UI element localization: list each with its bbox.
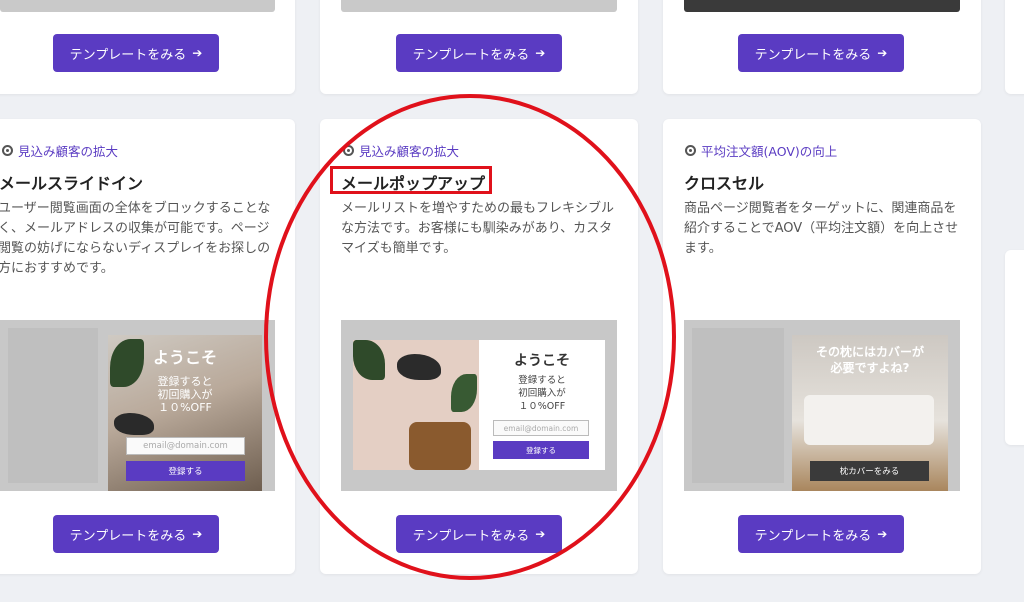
card1-popup-text: 登録すると 初回購入が １０%OFF bbox=[157, 375, 213, 414]
bag-icon bbox=[409, 422, 471, 470]
card2-popup-photo bbox=[353, 340, 479, 470]
template-button-2[interactable]: テンプレートをみる ➔ bbox=[396, 515, 562, 553]
template-button-label: テンプレートをみる bbox=[754, 528, 872, 544]
card2-submit-button: 登録する bbox=[493, 441, 589, 459]
card1-preview: ようこそ 登録すると 初回購入が １０%OFF email@domain.com… bbox=[0, 320, 275, 491]
card1-preview-page bbox=[8, 328, 98, 483]
template-button-label: テンプレートをみる bbox=[412, 47, 530, 63]
template-button-top-2[interactable]: テンプレートをみる ➔ bbox=[396, 34, 562, 72]
shoe-icon bbox=[114, 413, 154, 435]
template-button-top-1[interactable]: テンプレートをみる ➔ bbox=[53, 34, 219, 72]
template-button-3[interactable]: テンプレートをみる ➔ bbox=[738, 515, 904, 553]
arrow-right-icon: ➔ bbox=[192, 527, 203, 541]
card2-title: メールポップアップ bbox=[341, 174, 486, 193]
leaf-icon bbox=[110, 339, 144, 387]
top-card-3-preview bbox=[684, 0, 960, 12]
target-icon bbox=[2, 145, 13, 156]
template-button-label: テンプレートをみる bbox=[412, 528, 530, 544]
arrow-right-icon: ➔ bbox=[535, 527, 546, 541]
template-button-label: テンプレートをみる bbox=[754, 47, 872, 63]
card1-tag-label: 見込み顧客の拡大 bbox=[18, 144, 119, 159]
top-card-1-preview bbox=[0, 0, 275, 12]
card1-tag: 見込み顧客の拡大 bbox=[2, 141, 118, 160]
top-card-2-preview bbox=[341, 0, 617, 12]
card2-description: メールリストを増やすための最もフレキシブルな方法です。お客様にも馴染みがあり、カ… bbox=[341, 201, 615, 256]
card2-popup-heading: ようこそ bbox=[514, 353, 570, 369]
card1-description: ユーザー閲覧画面の全体をブロックすることなく、メールアドレスの収集が可能です。ペ… bbox=[0, 201, 271, 276]
leaf-icon bbox=[451, 374, 477, 412]
arrow-right-icon: ➔ bbox=[192, 46, 203, 60]
edge-card-top bbox=[1005, 0, 1024, 94]
card2-tag: 見込み顧客の拡大 bbox=[343, 141, 459, 160]
card2-email-input: email@domain.com bbox=[493, 420, 589, 436]
card1-popup-heading: ようこそ bbox=[152, 348, 217, 367]
card3-preview: その枕にはカバーが 必要ですよね? 枕カバーをみる bbox=[684, 320, 960, 491]
template-button-label: テンプレートをみる bbox=[69, 47, 187, 63]
arrow-right-icon: ➔ bbox=[877, 46, 888, 60]
card1-email-input: email@domain.com bbox=[126, 437, 245, 455]
template-button-top-3[interactable]: テンプレートをみる ➔ bbox=[738, 34, 904, 72]
card1-submit-button: 登録する bbox=[126, 461, 245, 481]
card3-popup-heading: その枕にはカバーが 必要ですよね? bbox=[815, 345, 924, 375]
card3-tag: 平均注文額(AOV)の向上 bbox=[685, 141, 837, 160]
card3-cta-button: 枕カバーをみる bbox=[810, 461, 929, 481]
template-button-1[interactable]: テンプレートをみる ➔ bbox=[53, 515, 219, 553]
card2-tag-label: 見込み顧客の拡大 bbox=[359, 144, 460, 159]
target-icon bbox=[343, 145, 354, 156]
card3-description: 商品ページ閲覧者をターゲットに、関連商品を紹介することでAOV（平均注文額）を向… bbox=[684, 201, 959, 256]
leaf-icon bbox=[353, 340, 385, 380]
arrow-right-icon: ➔ bbox=[535, 46, 546, 60]
card1-title: メールスライドイン bbox=[0, 174, 144, 193]
edge-card bbox=[1005, 250, 1024, 445]
arrow-right-icon: ➔ bbox=[877, 527, 888, 541]
template-button-label: テンプレートをみる bbox=[69, 528, 187, 544]
card3-tag-label: 平均注文額(AOV)の向上 bbox=[701, 144, 838, 159]
bed-icon bbox=[804, 395, 934, 445]
shoe-icon bbox=[397, 354, 441, 380]
card2-popup-text: 登録すると 初回購入が １０%OFF bbox=[518, 375, 566, 412]
card2-preview: ようこそ 登録すると 初回購入が １０%OFF email@domain.com… bbox=[341, 320, 617, 491]
card3-preview-page bbox=[692, 328, 784, 483]
target-icon bbox=[685, 145, 696, 156]
card3-title: クロスセル bbox=[684, 174, 765, 193]
